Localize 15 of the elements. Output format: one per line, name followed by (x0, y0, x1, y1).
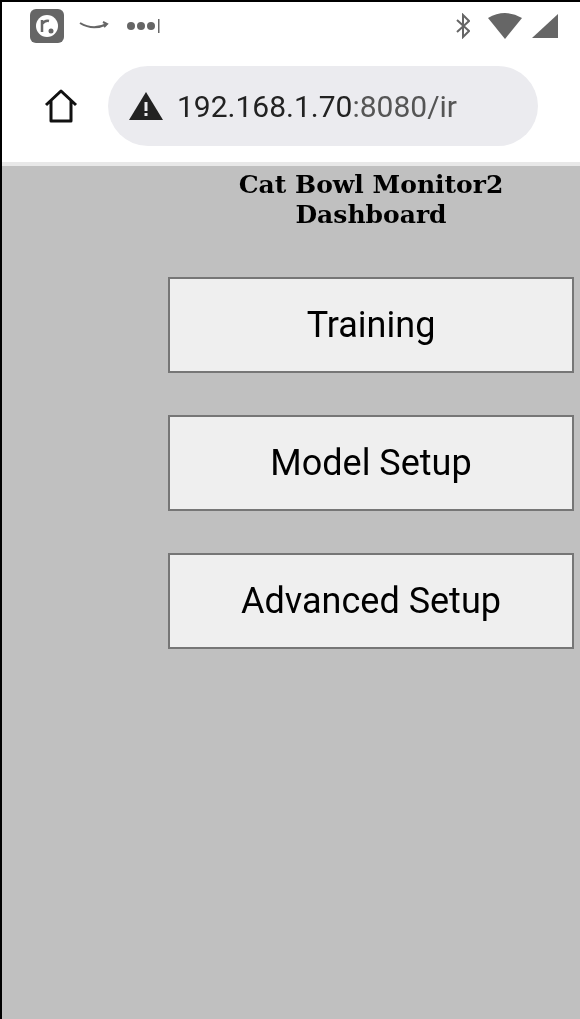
bluetooth-icon (456, 13, 470, 39)
url-path: :8080/ir (352, 87, 458, 126)
wifi-icon (488, 13, 522, 39)
warning-icon (128, 91, 164, 121)
address-bar[interactable]: 192.168.1.70:8080/ir (108, 66, 538, 146)
more-dots-icon (126, 19, 160, 33)
home-icon[interactable] (43, 88, 79, 124)
page-subtitle: Dashboard (295, 200, 447, 230)
nav-button[interactable]: Training (168, 277, 574, 373)
page-title: Cat Bowl Monitor2 (238, 170, 504, 200)
nav-button[interactable]: Advanced Setup (168, 553, 574, 649)
signal-icon (532, 14, 558, 38)
url-host: 192.168.1.70 (177, 87, 353, 126)
app-logo-icon (30, 9, 64, 43)
nav-button[interactable]: Model Setup (168, 415, 574, 511)
